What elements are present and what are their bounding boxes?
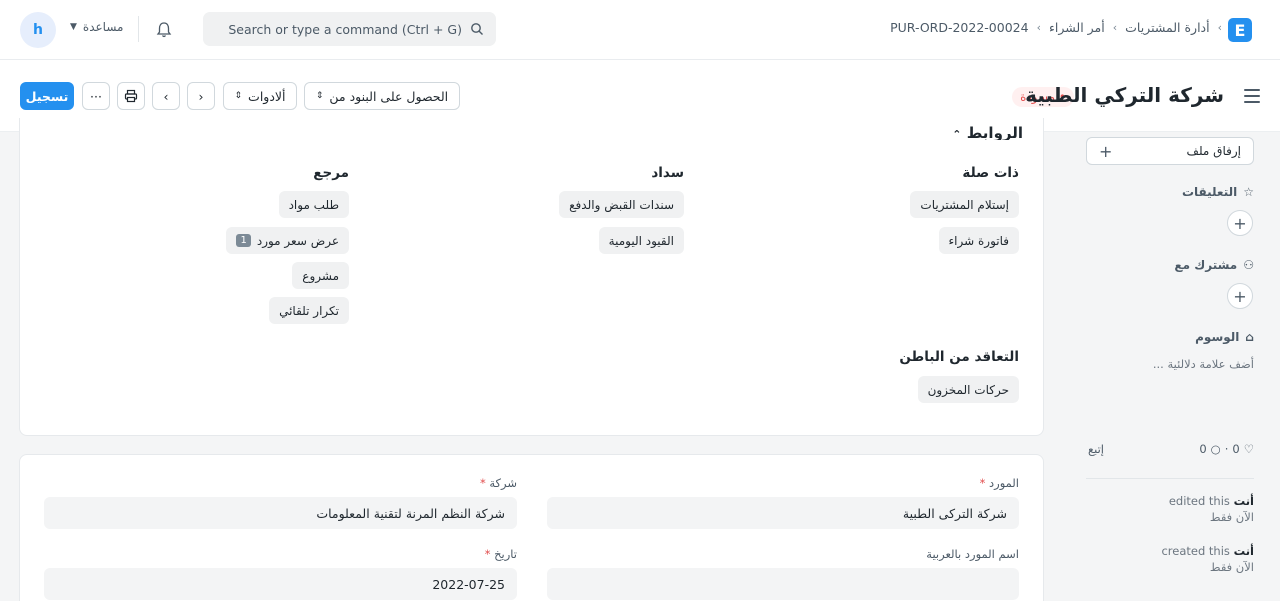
link-journal-entry[interactable]: القيود اليومية xyxy=(598,227,684,254)
users-icon: ⚇ xyxy=(1243,258,1254,272)
plus-icon: + xyxy=(1099,141,1113,161)
search-input[interactable]: Search or type a command (Ctrl + G) xyxy=(228,22,462,37)
date-label: تاريخ * xyxy=(484,547,517,561)
activity-item: أنت created this الآن فقط xyxy=(1161,544,1254,574)
link-project[interactable]: مشروع xyxy=(292,262,349,289)
supplier-arabic-label: اسم المورد بالعربية xyxy=(926,547,1019,561)
add-share-button[interactable]: + xyxy=(1227,283,1253,309)
activity-item: أنت edited this الآن فقط xyxy=(1168,494,1254,524)
add-tag-link[interactable]: أضف علامة دلالئية ... xyxy=(1153,357,1254,371)
get-items-dropdown[interactable]: ⇕ الحصول على البنود من xyxy=(304,82,460,110)
link-supplier-quotation[interactable]: عرض سعر مورد 1 xyxy=(226,227,349,254)
plus-icon: + xyxy=(1233,213,1247,233)
link-purchase-receipt[interactable]: إستلام المشتريات xyxy=(910,191,1019,218)
breadcrumb-separator: › xyxy=(1217,21,1222,34)
company-label: شركة * xyxy=(479,476,517,490)
app-logo[interactable]: E xyxy=(1228,18,1252,42)
comments-heading: ☆ التعليقات xyxy=(1181,185,1254,199)
help-label: مساعدة xyxy=(82,20,124,34)
star-icon: ☆ xyxy=(1243,185,1254,199)
tools-dropdown[interactable]: ⇕ ألادوات xyxy=(223,82,297,110)
shared-with-heading: ⚇ مشترك مع xyxy=(1174,258,1254,272)
chevron-left-icon: ‹ xyxy=(163,88,169,104)
stats: 0 ○ · 0 ♡ xyxy=(1199,442,1254,456)
print-button[interactable] xyxy=(117,82,145,110)
links-col-subcontract: التعاقد من الباطن xyxy=(899,349,1019,365)
comment-icon: ○ xyxy=(1210,442,1221,456)
links-section-title[interactable]: الروابط ⌃ xyxy=(952,124,1023,140)
breadcrumb-doctype[interactable]: أمر الشراء xyxy=(1049,20,1105,35)
chevron-right-icon: › xyxy=(198,88,204,104)
chevron-up-icon: ⌃ xyxy=(952,128,962,140)
page-title: شركة التركي الطبية xyxy=(1025,83,1224,107)
breadcrumb-separator: › xyxy=(1036,21,1041,34)
printer-icon xyxy=(124,89,138,103)
tag-icon: ⌂ xyxy=(1245,330,1254,344)
link-purchase-invoice[interactable]: فاتورة شراء xyxy=(938,227,1019,254)
help-dropdown[interactable]: ▼ مساعدة xyxy=(70,20,123,34)
links-col-payment: سداد xyxy=(651,165,684,181)
chevron-down-icon: ▼ xyxy=(70,22,77,32)
details-card: المورد * شركة التركى الطبية شركة * شركة … xyxy=(19,454,1044,601)
follow-link[interactable]: إتبع xyxy=(1088,442,1104,456)
next-button[interactable]: › xyxy=(187,82,215,110)
links-col-reference: مرجع xyxy=(313,165,349,181)
submit-button[interactable]: تسجيل xyxy=(20,82,74,110)
company-field[interactable]: شركة النظم المرنة لتقنية المعلومات xyxy=(44,497,517,529)
add-comment-button[interactable]: + xyxy=(1227,210,1253,236)
updown-icon: ⇕ xyxy=(315,91,324,101)
breadcrumb-separator: › xyxy=(1112,21,1118,34)
link-payment-entry[interactable]: سندات القبض والدفع xyxy=(559,191,684,218)
divider xyxy=(138,16,139,42)
bell-icon[interactable] xyxy=(154,20,174,40)
plus-icon: + xyxy=(1233,286,1247,306)
count-badge: 1 xyxy=(236,234,251,247)
breadcrumb-module[interactable]: أدارة المشتريات xyxy=(1125,20,1209,35)
date-field[interactable]: 2022-07-25 xyxy=(44,568,517,600)
link-material-request[interactable]: طلب مواد xyxy=(278,191,349,218)
supplier-field[interactable]: شركة التركى الطبية xyxy=(547,497,1019,529)
supplier-label: المورد * xyxy=(979,476,1019,490)
breadcrumb: › أدارة المشتريات › أمر الشراء › PUR-ORD… xyxy=(890,20,1222,35)
supplier-arabic-field[interactable] xyxy=(547,568,1019,600)
search-bar[interactable]: Search or type a command (Ctrl + G) xyxy=(203,12,496,46)
links-card: الروابط ⌃ ذات صلة إستلام المشتريات فاتور… xyxy=(19,118,1044,436)
menu-icon[interactable] xyxy=(1244,89,1260,103)
prev-button[interactable]: ‹ xyxy=(152,82,180,110)
updown-icon: ⇕ xyxy=(234,91,243,101)
more-button[interactable]: ··· xyxy=(82,82,110,110)
user-avatar[interactable]: h xyxy=(20,12,56,48)
link-stock-entry[interactable]: حركات المخزون xyxy=(917,376,1019,403)
attach-file-button[interactable]: إرفاق ملف + xyxy=(1086,137,1254,165)
heart-icon[interactable]: ♡ xyxy=(1244,442,1254,456)
breadcrumb-docname[interactable]: PUR-ORD-2022-00024 xyxy=(890,20,1028,35)
tags-heading: ⌂ الوسوم xyxy=(1195,330,1254,344)
link-auto-repeat[interactable]: تكرار تلقائي xyxy=(269,297,349,324)
search-icon xyxy=(471,23,483,35)
links-col-related: ذات صلة xyxy=(962,165,1019,181)
divider xyxy=(1086,478,1254,479)
navbar: h ▼ مساعدة Search or type a command (Ctr… xyxy=(0,0,1280,60)
